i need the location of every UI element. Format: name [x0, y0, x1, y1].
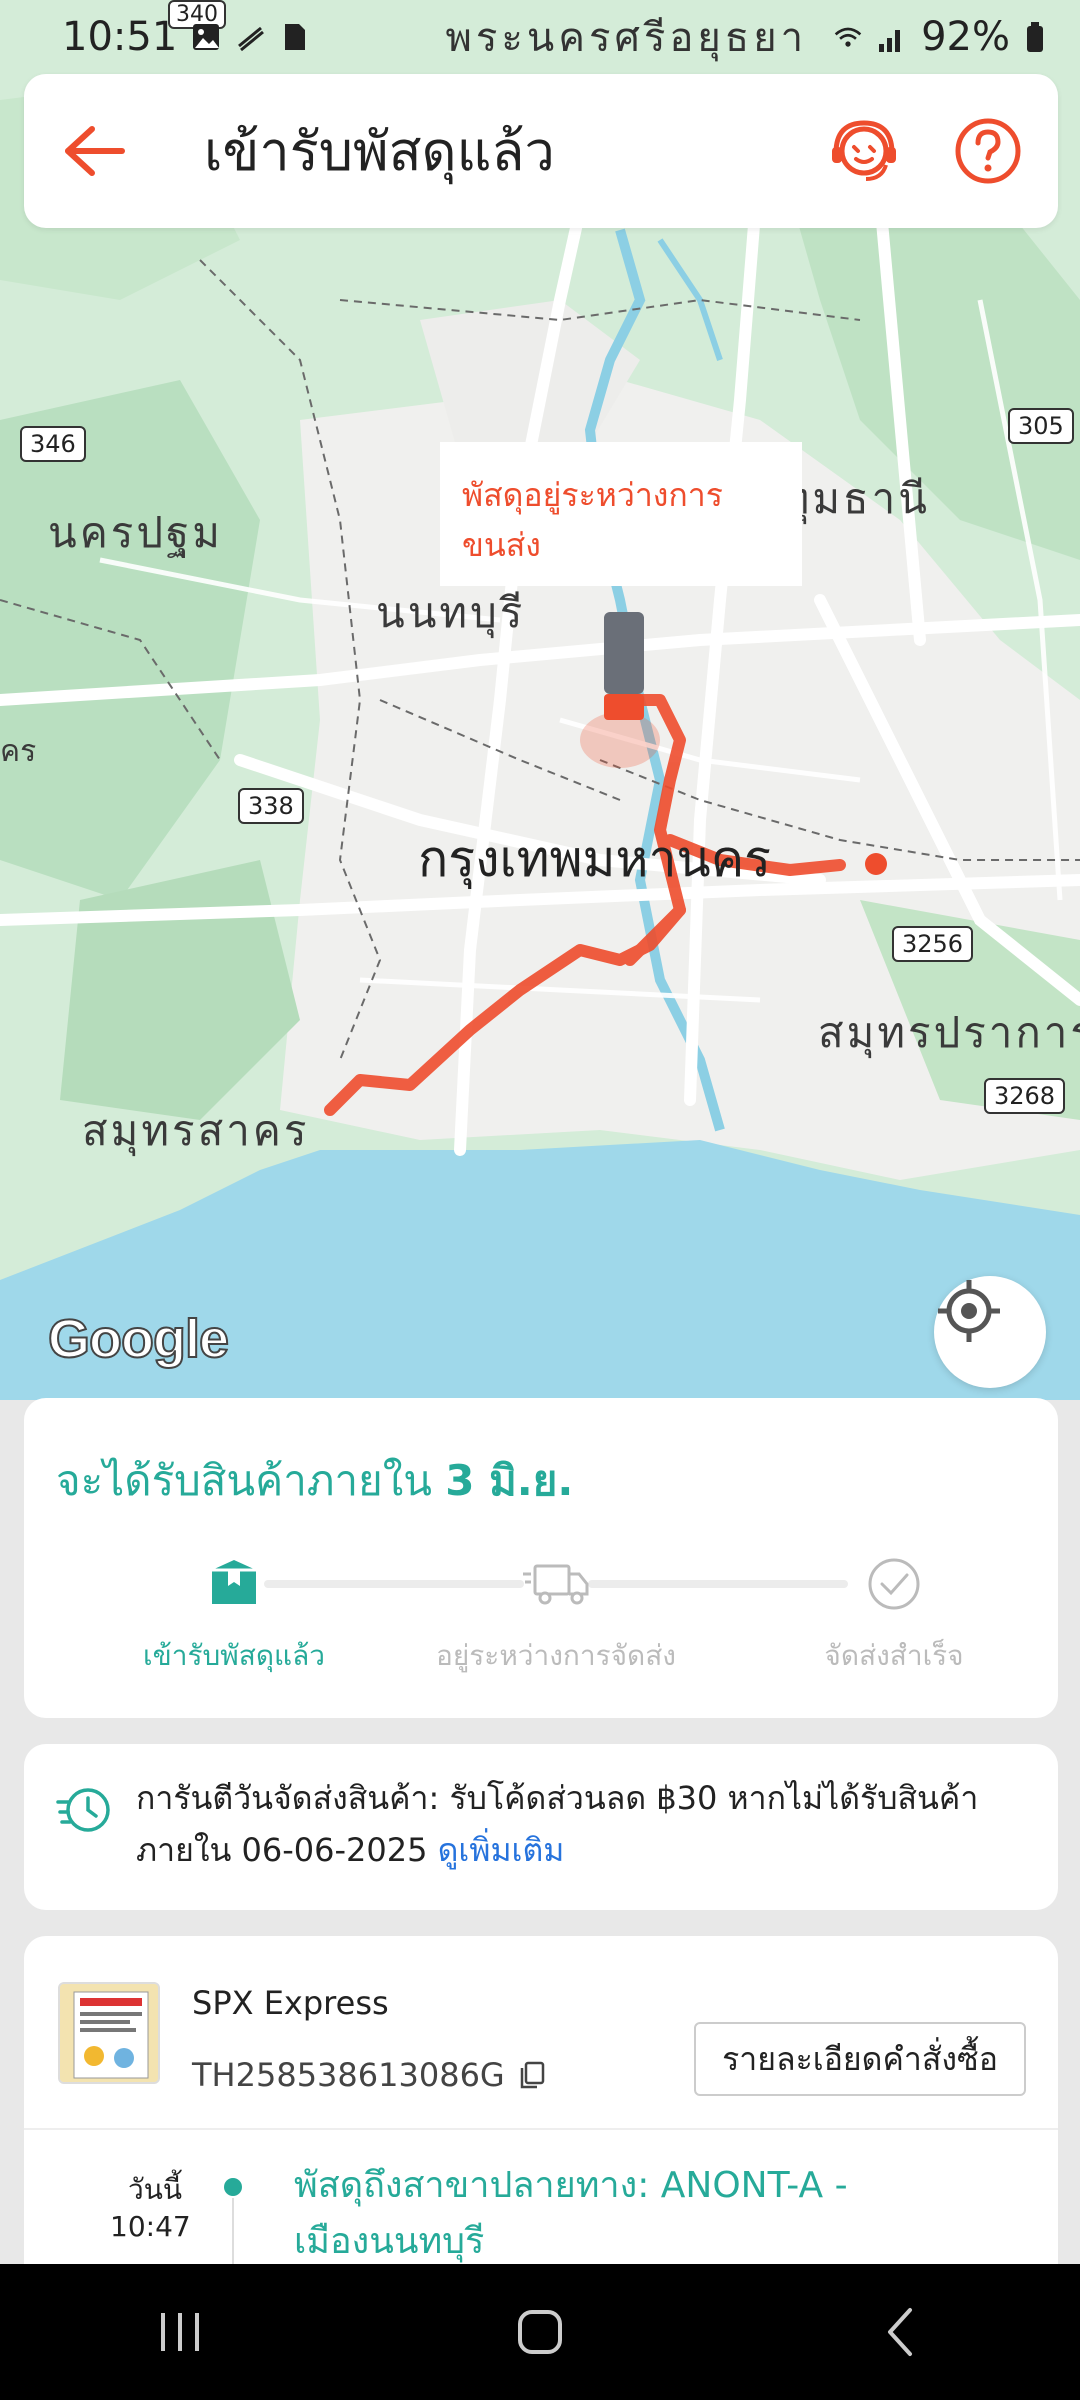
- status-bar: 10:51 พระนครศรีอยุธยา 92%: [0, 0, 1080, 74]
- tracking-number-row: TH258538613086G: [192, 2056, 547, 2094]
- progress-line-2: [588, 1580, 848, 1588]
- map-label-samut-prakan: สมุทรปราการ: [818, 1008, 1080, 1057]
- step-in-transit: อยู่ระหว่างการจัดส่ง: [436, 1548, 676, 1672]
- map-label-bangkok: กรุงเทพมหานคร: [418, 830, 772, 888]
- eta-date: 3 มิ.ย.: [445, 1456, 574, 1505]
- check-circle-icon: [868, 1558, 920, 1610]
- timeline-event: พัสดุถึงสาขาปลายทาง: ANONT-A - เมืองนนทบ…: [294, 2165, 848, 2262]
- divider: [24, 2128, 1058, 2130]
- step-label-delivered: จัดส่งสำเร็จ: [824, 1639, 964, 1672]
- road-shield-3268: 3268: [984, 1078, 1066, 1114]
- road-shield-305: 305: [1008, 408, 1074, 444]
- map-label-edge: คร: [0, 734, 37, 769]
- product-image: [60, 1984, 158, 2082]
- timeline-dot: [224, 2178, 242, 2196]
- timeline-day: วันนี้: [128, 2173, 183, 2206]
- estimated-delivery: จะได้รับสินค้าภายใน 3 มิ.ย.: [56, 1448, 573, 1514]
- recent-apps-button[interactable]: [120, 2282, 240, 2382]
- package-icon: [212, 1560, 256, 1604]
- delivery-progress: เข้ารับพัสดุแล้ว อยู่ระหว่างการจัดส่ง จั…: [24, 1548, 1058, 1678]
- road-shield-338: 338: [238, 788, 304, 824]
- status-time: 10:51: [62, 14, 178, 60]
- my-location-button[interactable]: [934, 1276, 1046, 1388]
- guarantee-text: การันตีวันจัดส่งสินค้า: รับโค้ดส่วนลด ฿3…: [136, 1772, 1036, 1876]
- recent-apps-icon: [161, 2313, 199, 2351]
- battery-icon: [1027, 22, 1043, 52]
- status-location-text: พระนครศรีอยุธยา: [445, 15, 808, 61]
- progress-line-1: [264, 1580, 524, 1588]
- eta-card: จะได้รับสินค้าภายใน 3 มิ.ย. เข้ารับพัสดุ…: [24, 1398, 1058, 1718]
- gallery-icon: [193, 24, 220, 50]
- support-button[interactable]: [824, 111, 904, 191]
- system-back-button[interactable]: [840, 2282, 960, 2382]
- carrier-name: SPX Express: [192, 1984, 389, 2022]
- product-thumbnail: [58, 1982, 160, 2084]
- delivery-guarantee-card[interactable]: การันตีวันจัดส่งสินค้า: รับโค้ดส่วนลด ฿3…: [24, 1744, 1058, 1910]
- home-button[interactable]: [480, 2282, 600, 2382]
- step-label-picked-up: เข้ารับพัสดุแล้ว: [143, 1639, 325, 1672]
- copy-icon[interactable]: [517, 2060, 547, 2090]
- help-button[interactable]: [948, 111, 1028, 191]
- truck-icon: [523, 1564, 589, 1605]
- fast-clock-icon: [56, 1788, 110, 1832]
- home-icon: [518, 2310, 562, 2354]
- eta-prefix: จะได้รับสินค้าภายใน: [56, 1456, 446, 1505]
- cell-signal-icon: [879, 30, 901, 52]
- sd-card-icon: [285, 24, 306, 50]
- see-more-link[interactable]: ดูเพิ่มเติม: [438, 1831, 565, 1869]
- step-delivered: จัดส่งสำเร็จ: [824, 1548, 964, 1672]
- step-label-in-transit: อยู่ระหว่างการจัดส่ง: [436, 1639, 676, 1672]
- system-nav-bar: [0, 2264, 1080, 2400]
- map-label-nakhon-pathom: นครปฐม: [48, 508, 223, 557]
- headset-support-icon: [832, 120, 896, 181]
- battery-percent: 92%: [921, 14, 1010, 60]
- map-label-samut-sakhon: สมุทรสาคร: [82, 1106, 310, 1155]
- top-app-bar: เข้ารับพัสดุแล้ว: [24, 74, 1058, 228]
- crosshair-icon: [938, 1280, 1000, 1342]
- map-label-nonthaburi: นนทบุรี: [376, 588, 526, 637]
- tracking-number: TH258538613086G: [192, 2056, 505, 2094]
- google-logo: Google: [47, 1308, 230, 1370]
- back-button[interactable]: [54, 111, 134, 191]
- signal-slash-icon: [238, 26, 265, 52]
- road-shield-346: 346: [20, 426, 86, 462]
- chevron-left-icon: [888, 2308, 912, 2356]
- arrow-left-icon: [65, 126, 125, 176]
- question-icon: [955, 118, 1021, 184]
- order-details-button[interactable]: รายละเอียดคำสั่งซื้อ: [694, 2022, 1026, 2096]
- page-title: เข้ารับพัสดุแล้ว: [204, 120, 555, 183]
- step-picked-up: เข้ารับพัสดุแล้ว: [143, 1548, 325, 1672]
- road-shield-3256: 3256: [892, 926, 974, 962]
- wifi-icon: [834, 27, 862, 47]
- timeline-time: 10:47: [110, 2210, 191, 2243]
- in-transit-tooltip: พัสดุอยู่ระหว่างการขนส่ง: [440, 442, 802, 586]
